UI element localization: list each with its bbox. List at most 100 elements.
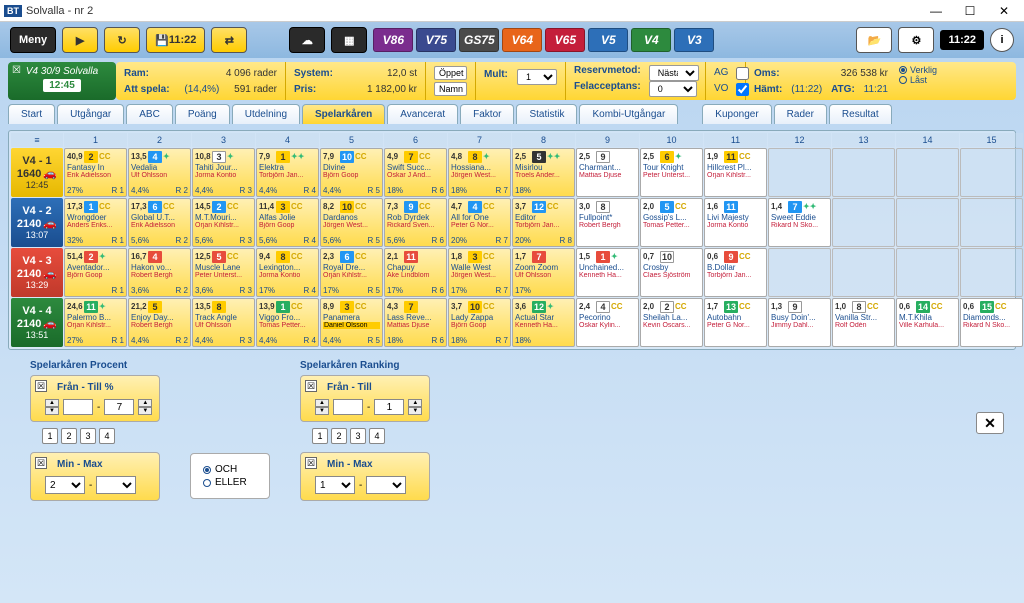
horse-cell[interactable]: 7,91✦✦ElektraTorbjörn Jan...4,4%R 4 [256, 148, 319, 197]
cloud-download-button[interactable]: ☁ [289, 27, 325, 53]
game-v4[interactable]: V4 [631, 28, 671, 52]
horse-cell[interactable]: 0,69CCB.DollarTorbjörn Jan... [704, 248, 767, 297]
game-v3[interactable]: V3 [674, 28, 714, 52]
horse-cell[interactable]: 14,52CCM.T.Mouri...Örjan Kihlstr...5,6%R… [192, 198, 255, 247]
horse-cell[interactable]: 2,55✦✦MisirlouTroels Ander...18% [512, 148, 575, 197]
horse-cell[interactable]: 4,74CCAll for OnePeter G Nor...20%R 7 [448, 198, 511, 247]
horse-cell[interactable]: 1,611Livi MajestyJorma Kontio [704, 198, 767, 247]
filter2-close[interactable]: ☒ [305, 380, 317, 392]
f2-min-select[interactable]: 1 [315, 476, 355, 494]
tab-kuponger[interactable]: Kuponger [702, 104, 771, 124]
horse-cell[interactable]: 2,05CCGossip's L...Tomas Petter... [640, 198, 703, 247]
horse-cell[interactable]: 4,37Lass Reve...Mattias Djuse18%R 6 [384, 298, 447, 347]
leg-btn-3[interactable]: 3 [80, 428, 96, 444]
f2-from-up[interactable]: ▲ [315, 399, 329, 407]
horse-cell[interactable]: 3,712CCEditorTorbjörn Jan...20%R 8 [512, 198, 575, 247]
f1-min-select[interactable]: 2 [45, 476, 85, 494]
horse-cell[interactable]: 8,210CCDardanosJörgen West...5,6%R 5 [320, 198, 383, 247]
horse-cell[interactable]: 0,710CrosbyClaes Sjöström [640, 248, 703, 297]
horse-cell[interactable]: 2,56✦Tour KnightPeter Unterst... [640, 148, 703, 197]
horse-cell[interactable]: 21,25Enjoy Day...Robert Bergh4,4%R 2 [128, 298, 191, 347]
tab-utdelning[interactable]: Utdelning [232, 104, 300, 124]
f1-to-input[interactable] [104, 399, 134, 415]
f1-from-down[interactable]: ▼ [45, 407, 59, 415]
f2-from-down[interactable]: ▼ [315, 407, 329, 415]
row-header-V4-1[interactable]: V4 - 11640 🚗12:45 [11, 148, 63, 197]
horse-cell[interactable]: 7,910CCDivineBjörn Goop4,4%R 5 [320, 148, 383, 197]
horse-cell[interactable]: 13,54✦VedaliaUlf Ohlsson4,4%R 2 [128, 148, 191, 197]
horse-cell[interactable]: 2,36CCRoyal Dre...Örjan Kihlstr...17%R 5 [320, 248, 383, 297]
filter1-close[interactable]: ☒ [35, 380, 47, 392]
maximize-button[interactable]: ☐ [954, 2, 986, 20]
tab-avancerat[interactable]: Avancerat [387, 104, 458, 124]
tab-rader[interactable]: Rader [774, 104, 827, 124]
f2-max-select[interactable] [366, 476, 406, 494]
horse-cell[interactable]: 7,39CCRob DyrdekRickard Sven...5,6%R 6 [384, 198, 447, 247]
f1-from-input[interactable] [63, 399, 93, 415]
horse-cell[interactable]: 1,713CCAutobahnPeter G Nor... [704, 298, 767, 347]
horse-cell[interactable]: 13,91CCViggo Fro...Tomas Petter...4,4%R … [256, 298, 319, 347]
swap-button[interactable]: ⇄ [211, 27, 247, 53]
f1-from-up[interactable]: ▲ [45, 399, 59, 407]
f1-max-select[interactable] [96, 476, 136, 494]
f2-to-up[interactable]: ▲ [408, 399, 422, 407]
tab-poäng[interactable]: Poäng [175, 104, 230, 124]
panel-close-button[interactable]: ✕ [976, 412, 1004, 434]
f1-to-down[interactable]: ▼ [138, 407, 152, 415]
leg-btn-2[interactable]: 2 [331, 428, 347, 444]
row-header-V4-3[interactable]: V4 - 32140 🚗13:29 [11, 248, 63, 297]
leg-btn-2[interactable]: 2 [61, 428, 77, 444]
horse-cell[interactable]: 13,58Track AngleUlf Ohlsson4,4%R 3 [192, 298, 255, 347]
game-v75[interactable]: V75 [416, 28, 456, 52]
f2-to-down[interactable]: ▼ [408, 407, 422, 415]
horse-cell[interactable]: 1,08CCVanilla Str...Rolf Odén [832, 298, 895, 347]
fel-select[interactable]: 0 [649, 81, 697, 97]
f1-to-up[interactable]: ▲ [138, 399, 152, 407]
game-gs75[interactable]: GS75 [459, 28, 499, 52]
race-close-icon[interactable]: ☒ [12, 65, 21, 76]
last-radio[interactable]: Låst [899, 75, 953, 85]
game-v65[interactable]: V65 [545, 28, 585, 52]
tab-resultat[interactable]: Resultat [829, 104, 892, 124]
horse-cell[interactable]: 17,36CCGlobal U.T...Erik Adielsson5,6%R … [128, 198, 191, 247]
leg-btn-1[interactable]: 1 [312, 428, 328, 444]
horse-cell[interactable]: 3,08Fullpoint*Robert Bergh [576, 198, 639, 247]
filter2-mm-close[interactable]: ☒ [305, 457, 317, 469]
horse-cell[interactable]: 40,92CCFantasy InErik Adielsson27%R 1 [64, 148, 127, 197]
tab-kombi-utgångar[interactable]: Kombi-Utgångar [579, 104, 678, 124]
horse-cell[interactable]: 1,77Zoom ZoomUlf Ohlsson17% [512, 248, 575, 297]
tab-spelarkåren[interactable]: Spelarkåren [302, 104, 385, 124]
open-folder-button[interactable]: 📂 [856, 27, 892, 53]
horse-cell[interactable]: 1,911CCHillcrest Pl...Örjan Kihlstr... [704, 148, 767, 197]
horse-cell[interactable]: 2,59Charmant...Mattias Djuse [576, 148, 639, 197]
settings-button[interactable]: ⚙ [898, 27, 934, 53]
horse-cell[interactable]: 3,710CCLady ZappaBjörn Goop18%R 7 [448, 298, 511, 347]
horse-cell[interactable]: 12,55CCMuscle LanePeter Unterst...3,6%R … [192, 248, 255, 297]
menu-button[interactable]: Meny [10, 27, 56, 53]
leg-btn-1[interactable]: 1 [42, 428, 58, 444]
horse-cell[interactable]: 17,31CCWrongdoerAnders Eriks...32%R 1 [64, 198, 127, 247]
game-v86[interactable]: V86 [373, 28, 413, 52]
save-button[interactable]: 💾 11:22 [146, 27, 205, 53]
f2-to-input[interactable] [374, 399, 404, 415]
horse-cell[interactable]: 1,51✦Unchained...Kenneth Ha... [576, 248, 639, 297]
horse-cell[interactable]: 4,97CCSwift Succ...Oskar J And...18%R 6 [384, 148, 447, 197]
game-v64[interactable]: V64 [502, 28, 542, 52]
refresh-button[interactable]: ↻ [104, 27, 140, 53]
play-button[interactable]: ▶ [62, 27, 98, 53]
horse-cell[interactable]: 8,93CCPanameraDaniel Olsson4,4%R 5 [320, 298, 383, 347]
minimize-button[interactable]: — [920, 2, 952, 20]
tab-utgångar[interactable]: Utgångar [57, 104, 124, 124]
game-v5[interactable]: V5 [588, 28, 628, 52]
oppet-button[interactable]: Öppet [434, 66, 467, 80]
leg-btn-4[interactable]: 4 [99, 428, 115, 444]
grid-corner[interactable]: ≡ [11, 133, 63, 147]
tab-statistik[interactable]: Statistik [516, 104, 577, 124]
horse-cell[interactable]: 0,614CCM.T.KhilaVille Karhula... [896, 298, 959, 347]
row-header-V4-2[interactable]: V4 - 22140 🚗13:07 [11, 198, 63, 247]
eller-radio[interactable]: ELLER [203, 477, 257, 488]
tab-start[interactable]: Start [8, 104, 55, 124]
horse-cell[interactable]: 24,611✦Palermo B...Örjan Kihlstr...27%R … [64, 298, 127, 347]
grid-button[interactable]: ▦ [331, 27, 367, 53]
horse-cell[interactable]: 11,43CCAlfas JolieBjörn Goop5,6%R 4 [256, 198, 319, 247]
